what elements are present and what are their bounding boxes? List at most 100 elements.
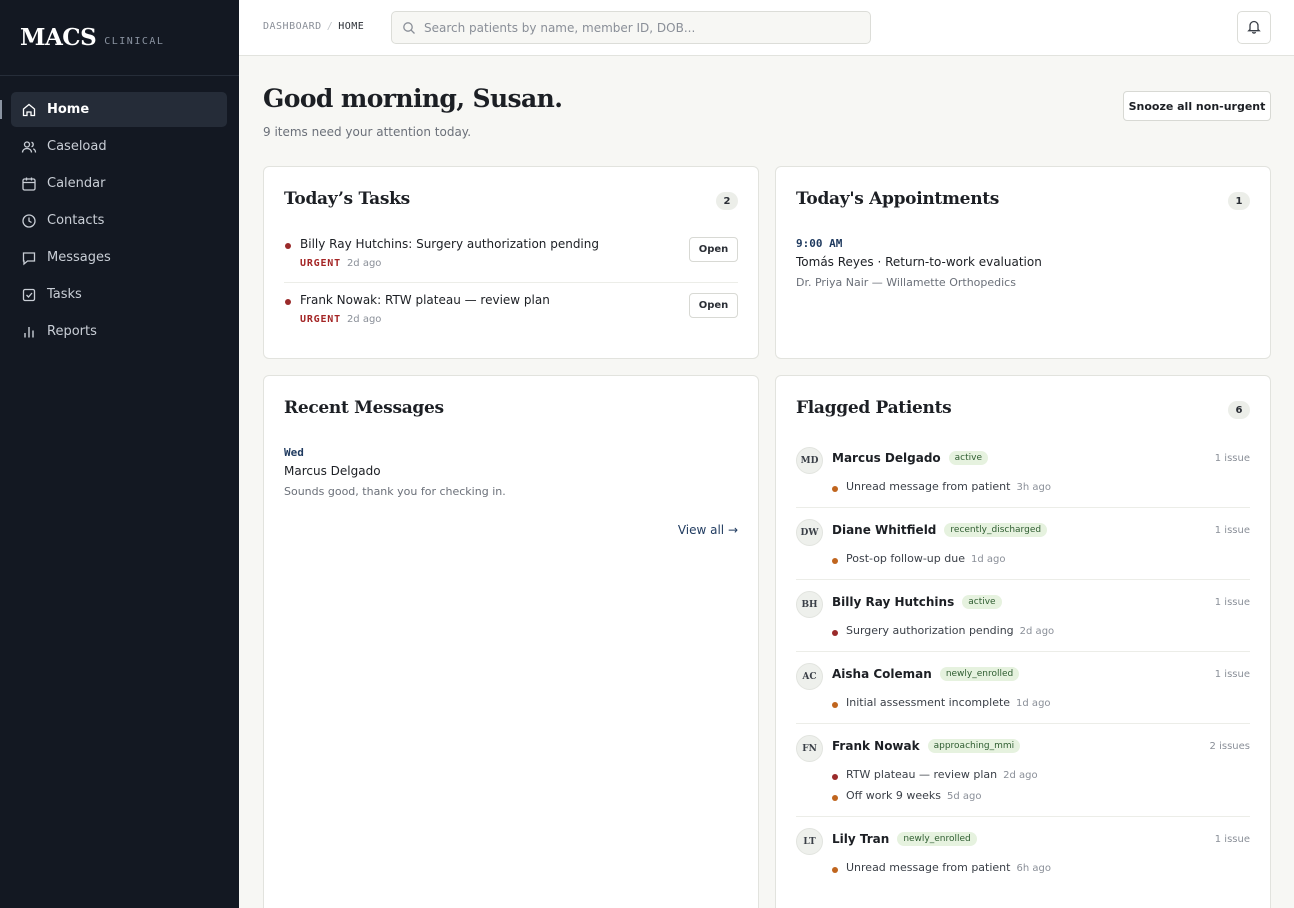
patient-header: Aisha Coleman newly_enrolled	[832, 667, 1020, 681]
calendar-icon	[21, 176, 37, 192]
appointment-title[interactable]: Tomás Reyes · Return-to-work evaluation	[796, 255, 1042, 269]
flagged-patient-row[interactable]: BH Billy Ray Hutchins active 1 issue Sur…	[796, 580, 1250, 652]
flag-item: Off work 9 weeks 5d ago	[832, 789, 1038, 810]
flagged-patient-row[interactable]: FN Frank Nowak approaching_mmi 2 issues …	[796, 724, 1250, 817]
tasks-count-badge: 2	[716, 192, 738, 210]
flagged-patient-row[interactable]: AC Aisha Coleman newly_enrolled 1 issue …	[796, 652, 1250, 724]
issue-count: 1 issue	[1214, 597, 1250, 608]
flag-age: 3h ago	[1016, 482, 1051, 493]
home-icon	[21, 102, 37, 118]
task-title: Frank Nowak: RTW plateau — review plan	[300, 293, 550, 307]
flagged-card-title: Flagged Patients	[796, 398, 952, 418]
flagged-patient-row[interactable]: MD Marcus Delgado active 1 issue Unread …	[796, 436, 1250, 508]
tasks-card: Today’s Tasks 2 Billy Ray Hutchins: Surg…	[263, 166, 759, 359]
patient-name[interactable]: Aisha Coleman	[832, 667, 932, 681]
appointment-time: 9:00 AM	[796, 237, 843, 250]
urgent-label: URGENT	[300, 258, 341, 269]
notifications-button[interactable]	[1237, 11, 1271, 44]
issue-count: 1 issue	[1214, 453, 1250, 464]
message-day: Wed	[284, 446, 304, 459]
flagged-patients-card: Flagged Patients 6 MD Marcus Delgado act…	[775, 375, 1271, 908]
breadcrumb: DASHBOARD / HOME	[263, 21, 364, 32]
sidebar-item-home[interactable]: Home	[0, 92, 227, 127]
patient-flags: Initial assessment incomplete 1d ago	[832, 696, 1051, 717]
tasks-card-title: Today’s Tasks	[284, 189, 410, 209]
patient-flags: Post-op follow-up due 1d ago	[832, 552, 1005, 573]
status-badge: newly_enrolled	[939, 667, 1020, 681]
flag-age: 2d ago	[1019, 626, 1055, 637]
brand-name: MACS	[20, 24, 97, 51]
patient-name[interactable]: Diane Whitfield	[832, 523, 936, 537]
patient-flags: Unread message from patient 6h ago	[832, 861, 1051, 882]
sidebar-item-messages[interactable]: Messages	[11, 240, 227, 275]
avatar: BH	[796, 591, 823, 618]
sidebar-item-contacts[interactable]: Contacts	[11, 203, 227, 238]
task-item[interactable]: Billy Ray Hutchins: Surgery authorizatio…	[284, 233, 738, 283]
search-box[interactable]	[391, 11, 871, 44]
messages-card-title: Recent Messages	[284, 398, 444, 418]
patient-header: Diane Whitfield recently_discharged	[832, 523, 1048, 537]
issue-count: 1 issue	[1214, 525, 1250, 536]
patient-name[interactable]: Frank Nowak	[832, 739, 920, 753]
message-sender[interactable]: Marcus Delgado	[284, 464, 381, 478]
appointments-card-title: Today's Appointments	[796, 189, 1000, 209]
flag-item: Initial assessment incomplete 1d ago	[832, 696, 1051, 717]
brand[interactable]: MACS CLINICAL	[0, 0, 239, 76]
clock-icon	[21, 213, 37, 229]
flag-text: Post-op follow-up due	[846, 552, 965, 565]
page-subtitle: 9 items need your attention today.	[263, 125, 472, 139]
flag-age: 6h ago	[1016, 863, 1051, 874]
task-item[interactable]: Frank Nowak: RTW plateau — review plan U…	[284, 289, 738, 341]
view-all-messages-link[interactable]: View all →	[678, 523, 738, 537]
flag-age: 5d ago	[946, 791, 982, 802]
patient-name[interactable]: Billy Ray Hutchins	[832, 595, 954, 609]
sidebar-item-label: Caseload	[47, 139, 107, 154]
open-task-button[interactable]: Open	[689, 237, 738, 262]
flag-item: Unread message from patient 6h ago	[832, 861, 1051, 882]
flag-item: RTW plateau — review plan 2d ago	[832, 768, 1038, 789]
appointments-count-badge: 1	[1228, 192, 1250, 210]
sidebar-item-tasks[interactable]: Tasks	[11, 277, 227, 312]
flag-age: 2d ago	[1003, 770, 1038, 781]
brand-subtitle: CLINICAL	[104, 36, 165, 47]
checkbox-icon	[21, 287, 37, 303]
message-preview: Sounds good, thank you for checking in.	[284, 485, 506, 498]
urgent-dot	[285, 299, 291, 305]
status-badge: active	[948, 451, 989, 465]
open-task-button[interactable]: Open	[689, 293, 738, 318]
flag-item: Post-op follow-up due 1d ago	[832, 552, 1005, 573]
task-meta: URGENT 2d ago	[300, 258, 381, 269]
task-age: 2d ago	[346, 314, 382, 325]
patient-name[interactable]: Lily Tran	[832, 832, 889, 846]
sidebar-item-label: Messages	[47, 250, 111, 265]
patient-flags: RTW plateau — review plan 2d ago Off work…	[832, 768, 1038, 810]
snooze-non-urgent-button[interactable]: Snooze all non-urgent	[1123, 91, 1271, 121]
messages-card: Recent Messages Wed Marcus Delgado Sound…	[263, 375, 759, 908]
issue-count: 2 issues	[1209, 741, 1250, 752]
patient-header: Lily Tran newly_enrolled	[832, 832, 977, 846]
flag-text: RTW plateau — review plan	[846, 768, 998, 781]
avatar: DW	[796, 519, 823, 546]
breadcrumb-dashboard[interactable]: DASHBOARD	[263, 21, 322, 32]
flagged-count-badge: 6	[1228, 401, 1250, 419]
patient-header: Marcus Delgado active	[832, 451, 989, 465]
message-icon	[21, 250, 37, 266]
patient-name[interactable]: Marcus Delgado	[832, 451, 941, 465]
appointment-provider: Dr. Priya Nair — Willamette Orthopedics	[796, 276, 1016, 289]
issue-count: 1 issue	[1214, 834, 1250, 845]
search-input[interactable]	[424, 20, 854, 35]
sidebar-item-reports[interactable]: Reports	[11, 314, 227, 349]
flagged-patient-row[interactable]: DW Diane Whitfield recently_discharged 1…	[796, 508, 1250, 580]
flag-text: Unread message from patient	[846, 480, 1011, 493]
sidebar: MACS CLINICAL Home Caseload Calendar Con…	[0, 0, 239, 908]
sidebar-item-calendar[interactable]: Calendar	[11, 166, 227, 201]
patient-header: Frank Nowak approaching_mmi	[832, 739, 1021, 753]
sidebar-item-label: Calendar	[47, 176, 106, 191]
avatar: FN	[796, 735, 823, 762]
flag-text: Initial assessment incomplete	[846, 696, 1011, 709]
flagged-patient-row[interactable]: LT Lily Tran newly_enrolled 1 issue Unre…	[796, 817, 1250, 889]
task-title: Billy Ray Hutchins: Surgery authorizatio…	[300, 237, 599, 251]
status-badge: active	[962, 595, 1002, 609]
urgent-label: URGENT	[300, 314, 341, 325]
sidebar-item-caseload[interactable]: Caseload	[11, 129, 227, 164]
